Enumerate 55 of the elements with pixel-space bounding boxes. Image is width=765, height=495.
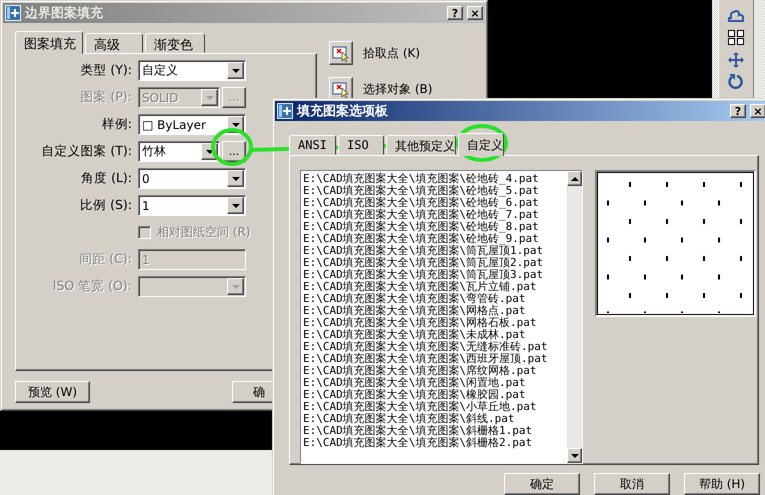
field-label: 自定义图案 (T): — [40, 143, 132, 160]
tab[interactable]: 自定义 — [458, 133, 504, 156]
button-label: 拾取点 (K) — [363, 44, 420, 62]
list-item[interactable]: E:\CAD填充图案大全\填充图案\席纹网格.pat — [303, 365, 565, 377]
list-item[interactable]: E:\CAD填充图案大全\填充图案\斜线.pat — [303, 413, 565, 425]
list-item[interactable]: E:\CAD填充图案大全\填充图案\网格石板.pat — [303, 317, 565, 329]
dropdown[interactable]: □ ByLayer — [138, 114, 246, 135]
list-item[interactable]: E:\CAD填充图案大全\填充图案\网格点.pat — [303, 305, 565, 317]
tab[interactable]: 高级 — [85, 33, 143, 53]
tab[interactable]: 其他预定义 — [386, 135, 456, 155]
field-label: 样例: — [100, 116, 132, 133]
list-item[interactable]: E:\CAD填充图案大全\填充图案\西班牙屋顶.pat — [303, 353, 565, 365]
preview-button[interactable]: 预览 (W) — [15, 381, 90, 403]
list-item[interactable]: E:\CAD填充图案大全\填充图案\砼地砖_4.pat — [303, 173, 565, 185]
tab[interactable]: ANSI — [289, 135, 336, 155]
dropdown[interactable]: 自定义 — [138, 60, 246, 81]
help-button[interactable]: ? — [447, 6, 463, 20]
list-item[interactable]: E:\CAD填充图案大全\填充图案\斜栅格1.pat — [303, 425, 565, 437]
tab[interactable]: 图案填充 — [15, 31, 83, 54]
list-item[interactable]: E:\CAD填充图案大全\填充图案\砼地砖_8.pat — [303, 221, 565, 233]
list-item[interactable]: E:\CAD填充图案大全\填充图案\砼地砖_9.pat — [303, 233, 565, 245]
button-label: 选择对象 (B) — [363, 80, 432, 98]
dropdown[interactable]: 1 — [138, 195, 246, 216]
checkbox-label: 相对图纸空间 (R) — [157, 224, 251, 241]
dialog-button[interactable]: 帮助 (H) — [684, 473, 760, 495]
close-button[interactable]: × — [750, 104, 765, 118]
list-item[interactable]: E:\CAD填充图案大全\填充图案\砼地砖_7.pat — [303, 209, 565, 221]
field-label: 角度 (L): — [80, 170, 132, 187]
list-item[interactable]: E:\CAD填充图案大全\填充图案\筒瓦屋顶3.pat — [303, 269, 565, 281]
close-button[interactable]: × — [467, 6, 483, 20]
list-item[interactable]: E:\CAD填充图案大全\填充图案\弯管砖.pat — [303, 293, 565, 305]
window-title: 填充图案选项板 — [297, 102, 389, 120]
field-label: ISO 笔宽 (O): — [52, 278, 132, 295]
list-item[interactable]: E:\CAD填充图案大全\填充图案\筒瓦屋顶1.pat — [303, 245, 565, 257]
dropdown[interactable]: 0 — [138, 168, 246, 189]
list-item[interactable]: E:\CAD填充图案大全\填充图案\小草丘地.pat — [303, 401, 565, 413]
dialog-button[interactable]: 确定 — [504, 473, 580, 495]
tab[interactable]: ISO — [338, 135, 384, 155]
dialog-button[interactable]: 取消 — [594, 473, 670, 495]
dropdown[interactable]: 竹林 — [138, 141, 220, 162]
window-title: 边界图案填充 — [25, 4, 104, 22]
browse-button[interactable]: ... — [222, 141, 246, 162]
list-item[interactable]: E:\CAD填充图案大全\填充图案\筒瓦屋顶2.pat — [303, 257, 565, 269]
list-item[interactable]: E:\CAD填充图案大全\填充图案\未成林.pat — [303, 329, 565, 341]
list-item[interactable]: E:\CAD填充图案大全\填充图案\斜栅格2.pat — [303, 437, 565, 449]
list-item[interactable]: E:\CAD填充图案大全\填充图案\瓦片立铺.pat — [303, 281, 565, 293]
list-item[interactable]: E:\CAD填充图案大全\填充图案\无缝标准砖.pat — [303, 341, 565, 353]
help-button[interactable]: ? — [730, 104, 746, 118]
list-item[interactable]: E:\CAD填充图案大全\填充图案\砼地砖_6.pat — [303, 197, 565, 209]
field-label: 类型 (Y): — [79, 62, 132, 79]
field-label: 间距 (C): — [78, 251, 132, 268]
list-item[interactable]: E:\CAD填充图案大全\填充图案\砼地砖_5.pat — [303, 185, 565, 197]
field-label: 比例 (S): — [79, 197, 132, 214]
tab[interactable]: 渐变色 — [145, 33, 205, 53]
field-label: 图案 (P): — [80, 89, 132, 106]
